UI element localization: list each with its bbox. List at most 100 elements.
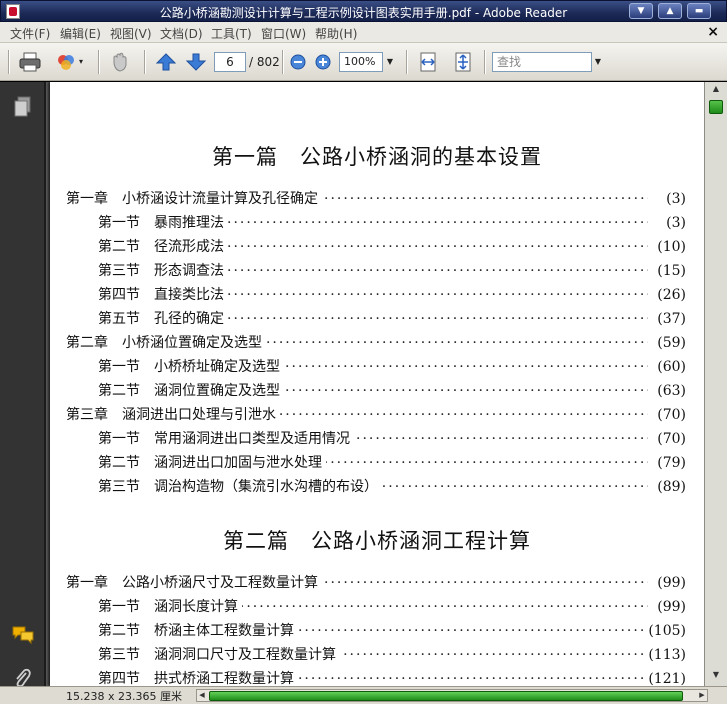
scroll-up-icon[interactable]: ▲ (709, 84, 723, 96)
maximize-button[interactable]: ▲ (658, 3, 682, 19)
toc-section-label: 第三节 涵洞洞口尺寸及工程数量计算 (98, 645, 340, 665)
toc-section-label: 第五节 孔径的确定 (98, 309, 228, 329)
toc-page-number: (63) (654, 381, 686, 401)
toc-entry[interactable]: ········································… (50, 621, 704, 641)
menu-view[interactable]: 视图(V) (110, 25, 152, 42)
vertical-scroll-thumb[interactable] (709, 100, 723, 114)
toc-page-number: (89) (654, 477, 686, 497)
zoom-level-field[interactable]: 100% (339, 52, 383, 72)
toc-page-number: (10) (654, 237, 686, 257)
next-page-icon[interactable] (184, 51, 208, 73)
menu-bar: 文件(F) 编辑(E) 视图(V) 文档(D) 工具(T) 窗口(W) 帮助(H… (0, 22, 727, 43)
minimize-button[interactable]: ▼ (629, 3, 653, 19)
toc-entry[interactable]: ········································… (50, 381, 704, 401)
toc-page-number: (70) (654, 429, 686, 449)
toolbar-separator (98, 50, 99, 74)
document-viewport[interactable]: 第一篇 公路小桥涵洞的基本设置 ························… (46, 82, 704, 686)
zoom-in-icon[interactable] (314, 51, 338, 73)
toc-page-number: (59) (654, 333, 686, 353)
toc-page-number: (121) (645, 669, 686, 686)
scroll-down-icon[interactable]: ▼ (709, 670, 723, 682)
previous-page-icon[interactable] (154, 51, 178, 73)
search-dropdown-icon[interactable]: ▼ (593, 52, 603, 72)
toc-page-number: (99) (654, 573, 686, 593)
toc-section-label: 第二节 径流形成法 (98, 237, 228, 257)
toc-section-label: 第四节 直接类比法 (98, 285, 228, 305)
window-title: 公路小桥涵勘测设计计算与工程示例设计图表实用手册.pdf - Adobe Rea… (159, 6, 568, 20)
menu-tools[interactable]: 工具(T) (211, 25, 252, 42)
toc-entry[interactable]: ········································… (50, 669, 704, 686)
scroll-left-icon[interactable]: ◀ (197, 690, 207, 701)
share-icon[interactable] (54, 51, 78, 73)
toc-page-number: (26) (654, 285, 686, 305)
horizontal-scrollbar[interactable]: ◀ ▶ (196, 689, 708, 702)
toc-section-label: 第二节 涵洞位置确定及选型 (98, 381, 284, 401)
toc-entry[interactable]: ········································… (50, 405, 704, 425)
print-icon[interactable] (18, 51, 42, 73)
toc-section-label: 第四节 拱式桥涵工程数量计算 (98, 669, 298, 686)
comments-icon[interactable] (11, 624, 35, 649)
fit-page-icon[interactable] (451, 51, 475, 73)
close-document-button[interactable]: × (707, 24, 719, 40)
toc-entry[interactable]: ········································… (50, 453, 704, 473)
toc-section-label: 第二节 桥涵主体工程数量计算 (98, 621, 298, 641)
toc-entry[interactable]: ········································… (50, 333, 704, 353)
menu-file[interactable]: 文件(F) (10, 25, 50, 42)
menu-window[interactable]: 窗口(W) (261, 25, 306, 42)
scroll-right-icon[interactable]: ▶ (697, 690, 707, 701)
toc-page-number: (105) (645, 621, 686, 641)
toc-entry[interactable]: ········································… (50, 309, 704, 329)
share-dropdown-icon[interactable]: ▾ (79, 51, 89, 73)
toc-page-number: (99) (654, 597, 686, 617)
pages-panel-icon[interactable] (13, 96, 33, 121)
toc-section-label: 第一节 常用涵洞进出口类型及适用情况 (98, 429, 354, 449)
toc-section-label: 第二节 涵洞进出口加固与泄水处理 (98, 453, 326, 473)
vertical-scrollbar[interactable]: ▲ ▼ (704, 82, 727, 686)
menu-edit[interactable]: 编辑(E) (60, 25, 101, 42)
page-number-input[interactable]: 6 (214, 52, 246, 72)
toolbar-separator (484, 50, 485, 74)
toc-chapter-label: 第三章 涵洞进出口处理与引泄水 (66, 405, 280, 425)
toc-section-label: 第一节 涵洞长度计算 (98, 597, 242, 617)
toolbar-separator (282, 50, 283, 74)
part-two-heading: 第二篇 公路小桥涵洞工程计算 (223, 529, 531, 553)
page-size-label: 15.238 x 23.365 厘米 (66, 690, 182, 703)
toc-entry[interactable]: ········································… (50, 429, 704, 449)
toc-section-label: 第三节 调治构造物（集流引水沟槽的布设） (98, 477, 382, 497)
toc-chapter-label: 第二章 小桥涵位置确定及选型 (66, 333, 266, 353)
toc-chapter-label: 第一章 小桥涵设计流量计算及孔径确定 (66, 189, 322, 209)
toc-entry[interactable]: ········································… (50, 477, 704, 497)
hand-tool-icon[interactable] (108, 51, 132, 73)
toc-entry[interactable]: ········································… (50, 645, 704, 665)
menu-help[interactable]: 帮助(H) (315, 25, 357, 42)
fit-width-icon[interactable] (416, 51, 440, 73)
restore-button[interactable]: ▬ (687, 3, 711, 19)
toc-chapter-label: 第一章 公路小桥涵尺寸及工程数量计算 (66, 573, 322, 593)
horizontal-scroll-thumb[interactable] (209, 691, 683, 701)
toc-page-number: (70) (654, 405, 686, 425)
toc-entry[interactable]: ········································… (50, 357, 704, 377)
zoom-out-icon[interactable] (289, 51, 313, 73)
menu-document[interactable]: 文档(D) (160, 25, 203, 42)
status-bar: 15.238 x 23.365 厘米 ◀ ▶ (0, 686, 727, 704)
search-input[interactable]: 查找 (492, 52, 592, 72)
toc-page-number: (15) (654, 261, 686, 281)
toc-entry[interactable]: ········································… (50, 597, 704, 617)
zoom-dropdown-icon[interactable]: ▼ (384, 52, 396, 72)
navigation-pane (0, 82, 46, 688)
toc-entry[interactable]: ········································… (50, 237, 704, 257)
toc-entry[interactable]: ········································… (50, 189, 704, 209)
toc-page-number: (113) (645, 645, 686, 665)
toc-page-number: (60) (654, 357, 686, 377)
toc-section-label: 第一节 暴雨推理法 (98, 213, 228, 233)
page-count: / 802 (249, 55, 280, 69)
toc-page-number: (3) (663, 213, 686, 233)
toc-section-label: 第三节 形态调查法 (98, 261, 228, 281)
toc-entry[interactable]: ········································… (50, 573, 704, 593)
toolbar-separator (144, 50, 145, 74)
toc-entry[interactable]: ········································… (50, 261, 704, 281)
toc-entry[interactable]: ········································… (50, 285, 704, 305)
toc-entry[interactable]: ········································… (50, 213, 704, 233)
title-bar: 公路小桥涵勘测设计计算与工程示例设计图表实用手册.pdf - Adobe Rea… (0, 0, 727, 22)
toc-page-number: (37) (654, 309, 686, 329)
